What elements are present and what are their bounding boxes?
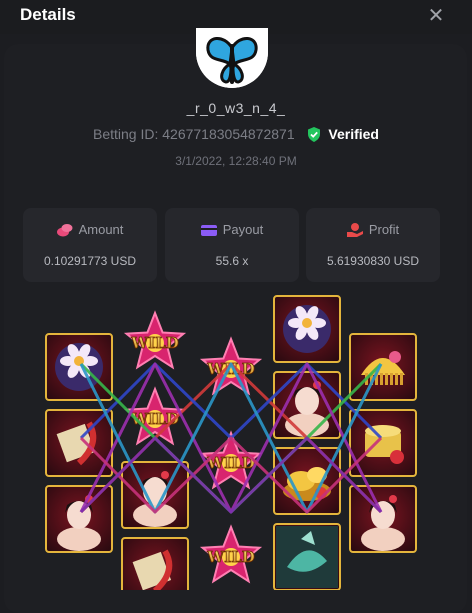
slot-symbol-fish <box>273 523 341 590</box>
profit-card: Profit 5.61930830 USD <box>306 208 440 282</box>
wallet-icon <box>200 225 217 236</box>
slot-symbol-lotus <box>45 333 113 401</box>
slot-symbol-drum <box>349 409 417 477</box>
amount-card: Amount 0.10291773 USD <box>23 208 157 282</box>
slot-symbol-wild: WILD <box>199 524 263 584</box>
betting-id-value: 42677183054872871 <box>162 126 295 142</box>
verified-shield-icon <box>307 127 320 142</box>
betting-id-label: Betting ID: <box>92 126 159 142</box>
close-icon[interactable]: ✕ <box>426 6 446 26</box>
slot-symbol-gold <box>273 447 341 515</box>
profit-label: Profit <box>368 222 400 237</box>
details-modal: Details ✕ _r_0_w3_n_4_ Betting ID: 42677… <box>0 0 472 613</box>
amount-value: 0.10291773 USD <box>43 254 137 268</box>
slot-board: WILDWILDWILDWILDWILD <box>45 295 417 590</box>
profit-value: 5.61930830 USD <box>326 254 420 268</box>
slot-symbol-scroll <box>121 537 189 590</box>
wild-label: WILD <box>206 548 254 566</box>
verified-label: Verified <box>328 126 379 142</box>
slot-symbol-lady <box>273 371 341 439</box>
payout-card: Payout 55.6 x <box>165 208 299 282</box>
slot-symbol-wild: WILD <box>123 310 187 370</box>
wild-label: WILD <box>130 334 178 352</box>
username: _r_0_w3_n_4_ <box>186 100 286 116</box>
slot-symbol-lady <box>45 485 113 553</box>
betting-id-line: Betting ID: 42677183054872871 Verified <box>0 126 472 142</box>
amount-label: Amount <box>78 222 124 237</box>
modal-title: Details <box>20 5 76 24</box>
payout-label: Payout <box>222 222 264 237</box>
slot-symbol-wild: WILD <box>199 430 263 490</box>
slot-symbol-comb <box>349 333 417 401</box>
bet-timestamp: 3/1/2022, 12:28:40 PM <box>175 154 297 168</box>
slot-symbol-lady <box>349 485 417 553</box>
slot-symbol-scroll <box>45 409 113 477</box>
coins-icon <box>56 224 73 237</box>
money-hand-icon <box>346 223 363 237</box>
payout-value: 55.6 x <box>215 254 249 268</box>
slot-symbol-lady <box>121 461 189 529</box>
slot-symbol-lotus <box>273 295 341 363</box>
